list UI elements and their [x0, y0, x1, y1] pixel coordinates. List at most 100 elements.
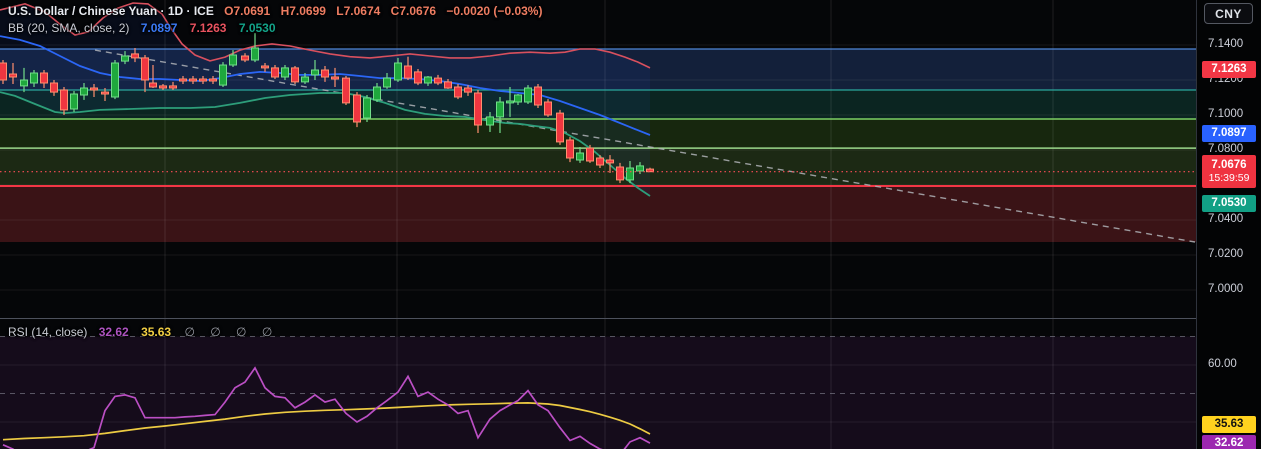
- bb-basis-value: 7.0897: [140, 21, 178, 35]
- bb-lower-label: 7.0530: [1202, 194, 1256, 212]
- rsi-value: 32.62: [98, 325, 129, 339]
- currency-toggle-button[interactable]: CNY: [1204, 3, 1253, 24]
- ohlc-change: −0.0020 (−0.03%): [446, 4, 543, 18]
- candle-body: [179, 78, 187, 82]
- candle-body: [566, 139, 574, 159]
- axis-tick: 60.00: [1208, 358, 1237, 370]
- candle-body: [131, 53, 139, 59]
- candle-body: [149, 82, 157, 88]
- chart-canvas[interactable]: [0, 0, 1261, 449]
- candle-body: [251, 47, 259, 61]
- chart-window: U.S. Dollar / Chinese Yuan · 1D · ICE O7…: [0, 0, 1261, 449]
- candle-body: [544, 101, 552, 116]
- ohlc-low: L7.0674: [336, 4, 381, 18]
- bb-upper-label: 7.1263: [1202, 60, 1256, 78]
- countdown-timer: 15:39:59: [1208, 172, 1250, 185]
- candle-body: [556, 112, 564, 143]
- candle-body: [506, 100, 514, 104]
- candle-body: [271, 67, 279, 78]
- candle-body: [90, 87, 98, 91]
- candle-body: [342, 77, 350, 104]
- main-price-pane[interactable]: [0, 0, 1196, 318]
- candle-body: [414, 71, 422, 84]
- price-axis[interactable]: CNY 7.1400 7.1200 7.1000 7.0800 7.0400 7.0200…: [1196, 0, 1261, 449]
- candle-body: [261, 65, 269, 69]
- candle-body: [311, 69, 319, 76]
- rsi-ma-value: 35.63: [141, 325, 172, 339]
- candle-body: [219, 64, 227, 86]
- rsi-indicator-header[interactable]: RSI (14, close) 32.62 35.63 ∅ ∅ ∅ ∅: [8, 325, 278, 339]
- bb-upper-value: 7.1263: [189, 21, 227, 35]
- rsi-ma-label: 35.63: [1202, 415, 1256, 433]
- price-zone: [0, 186, 1196, 242]
- candle-body: [209, 78, 217, 82]
- pane-separator[interactable]: [0, 318, 1261, 319]
- candle-body: [576, 152, 584, 161]
- rsi-empty-values: ∅ ∅ ∅ ∅: [184, 325, 279, 339]
- candle-body: [373, 86, 381, 101]
- candle-body: [394, 62, 402, 81]
- candle-body: [444, 81, 452, 89]
- axis-tick: 7.0400: [1208, 213, 1244, 225]
- axis-tick: 7.1400: [1208, 38, 1244, 50]
- candle-body: [363, 97, 371, 119]
- candle-body: [189, 78, 197, 82]
- ohlc-close: C7.0676: [390, 4, 437, 18]
- candle-body: [20, 79, 28, 87]
- candle-body: [404, 65, 412, 79]
- rsi-label: 32.62: [1202, 434, 1256, 449]
- candle-body: [0, 62, 7, 81]
- candle-body: [486, 116, 494, 126]
- candle-body: [141, 57, 149, 81]
- candle-body: [70, 93, 78, 110]
- candle-body: [101, 91, 109, 95]
- axis-tick: 7.0000: [1208, 283, 1244, 295]
- rsi-indicator-label[interactable]: RSI (14, close): [8, 325, 87, 339]
- candle-body: [616, 166, 624, 181]
- candle-body: [9, 73, 17, 78]
- candle-body: [474, 92, 482, 126]
- candle-body: [454, 86, 462, 98]
- candle-body: [229, 54, 237, 66]
- candle-body: [636, 165, 644, 172]
- bb-basis-label: 7.0897: [1202, 124, 1256, 142]
- bb-lower-value: 7.0530: [238, 21, 276, 35]
- candle-body: [353, 94, 361, 123]
- candle-body: [464, 87, 472, 93]
- candle-body: [383, 77, 391, 88]
- candle-body: [291, 67, 299, 83]
- ohlc-high: H7.0699: [280, 4, 326, 18]
- rsi-band-fill: [0, 336, 1196, 449]
- candle-body: [586, 147, 594, 162]
- bb-indicator-header[interactable]: BB (20, SMA, close, 2) 7.0897 7.1263 7.0…: [8, 21, 276, 35]
- candle-body: [424, 76, 432, 84]
- axis-tick: 7.1000: [1208, 108, 1244, 120]
- candle-body: [524, 87, 532, 103]
- bb-indicator-label[interactable]: BB (20, SMA, close, 2): [8, 21, 129, 35]
- candle-body: [626, 167, 634, 181]
- candle-body: [331, 76, 339, 80]
- candle-body: [301, 76, 309, 83]
- symbol-header[interactable]: U.S. Dollar / Chinese Yuan · 1D · ICE O7…: [8, 4, 542, 18]
- candle-body: [50, 82, 58, 93]
- candle-body: [40, 72, 48, 84]
- last-price-label: 7.0676 15:39:59: [1202, 155, 1256, 189]
- candle-body: [606, 159, 614, 164]
- candle-body: [199, 78, 207, 82]
- symbol-title[interactable]: U.S. Dollar / Chinese Yuan · 1D · ICE: [8, 4, 214, 18]
- candle-body: [169, 85, 177, 89]
- axis-tick: 7.0200: [1208, 248, 1244, 260]
- candle-body: [80, 87, 88, 96]
- axis-tick: 7.0800: [1208, 143, 1244, 155]
- candle-body: [496, 101, 504, 118]
- candle-body: [241, 55, 249, 61]
- candle-body: [121, 55, 129, 62]
- candle-body: [321, 69, 329, 78]
- candle-body: [646, 168, 654, 173]
- ohlc-open: O7.0691: [224, 4, 271, 18]
- candle-body: [514, 94, 522, 103]
- candle-body: [596, 157, 604, 166]
- candle-body: [159, 85, 167, 89]
- candle-body: [30, 72, 38, 84]
- candle-body: [434, 77, 442, 84]
